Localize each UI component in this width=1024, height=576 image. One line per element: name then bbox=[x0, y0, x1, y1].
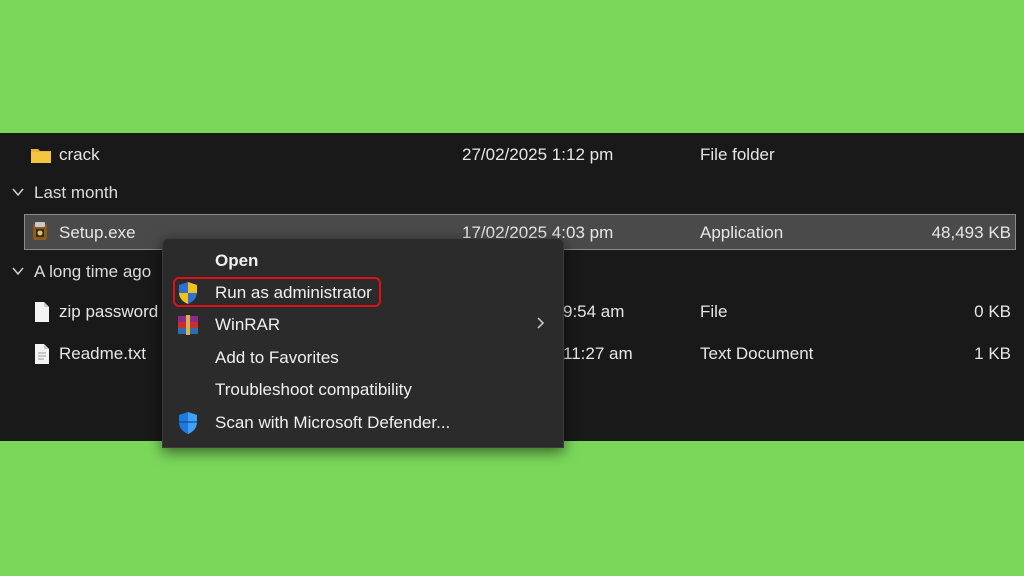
file-date: 11:27 am bbox=[563, 344, 633, 363]
annotation-highlight bbox=[173, 277, 381, 307]
chevron-right-icon bbox=[537, 317, 545, 329]
file-name: Readme.txt bbox=[59, 344, 146, 363]
defender-shield-icon bbox=[179, 412, 197, 434]
file-date: 9:54 am bbox=[563, 302, 625, 321]
file-size: 1 KB bbox=[974, 344, 1011, 363]
menu-item-label: Scan with Microsoft Defender... bbox=[215, 413, 451, 432]
file-type: File folder bbox=[700, 145, 775, 164]
winrar-icon bbox=[178, 315, 198, 335]
menu-item-label: Troubleshoot compatibility bbox=[215, 380, 412, 399]
menu-item-scan-with-defender[interactable]: Scan with Microsoft Defender... bbox=[163, 407, 563, 439]
group-label: A long time ago bbox=[34, 262, 152, 281]
installer-icon bbox=[33, 222, 47, 240]
file-row-crack[interactable]: crack 27/02/2025 1:12 pm File folder bbox=[0, 135, 1024, 175]
file-size: 0 KB bbox=[974, 302, 1011, 321]
chevron-down-icon bbox=[12, 188, 24, 197]
file-type: Application bbox=[700, 223, 784, 242]
file-date: 27/02/2025 1:12 pm bbox=[462, 145, 614, 164]
file-name: Setup.exe bbox=[59, 223, 136, 242]
menu-item-label: WinRAR bbox=[215, 315, 281, 334]
file-name: zip password bbox=[59, 302, 159, 321]
menu-item-winrar[interactable]: WinRAR bbox=[163, 309, 563, 341]
menu-item-add-to-favorites[interactable]: Add to Favorites bbox=[163, 342, 563, 374]
context-menu: Open Run as administrator WinRAR Add to … bbox=[162, 238, 564, 448]
folder-icon bbox=[31, 149, 51, 163]
text-file-icon bbox=[35, 344, 49, 364]
file-size: 48,493 KB bbox=[931, 223, 1011, 242]
menu-item-label: Add to Favorites bbox=[215, 348, 339, 367]
file-name: crack bbox=[59, 145, 100, 164]
group-label: Last month bbox=[34, 183, 119, 202]
file-type: Text Document bbox=[700, 344, 814, 363]
menu-item-label: Open bbox=[215, 251, 259, 270]
menu-item-open[interactable]: Open bbox=[163, 245, 563, 277]
group-header-last-month[interactable]: Last month bbox=[0, 179, 300, 209]
menu-item-troubleshoot-compatibility[interactable]: Troubleshoot compatibility bbox=[163, 374, 563, 406]
chevron-down-icon bbox=[12, 267, 24, 276]
file-icon bbox=[35, 302, 49, 322]
file-type: File bbox=[700, 302, 728, 321]
